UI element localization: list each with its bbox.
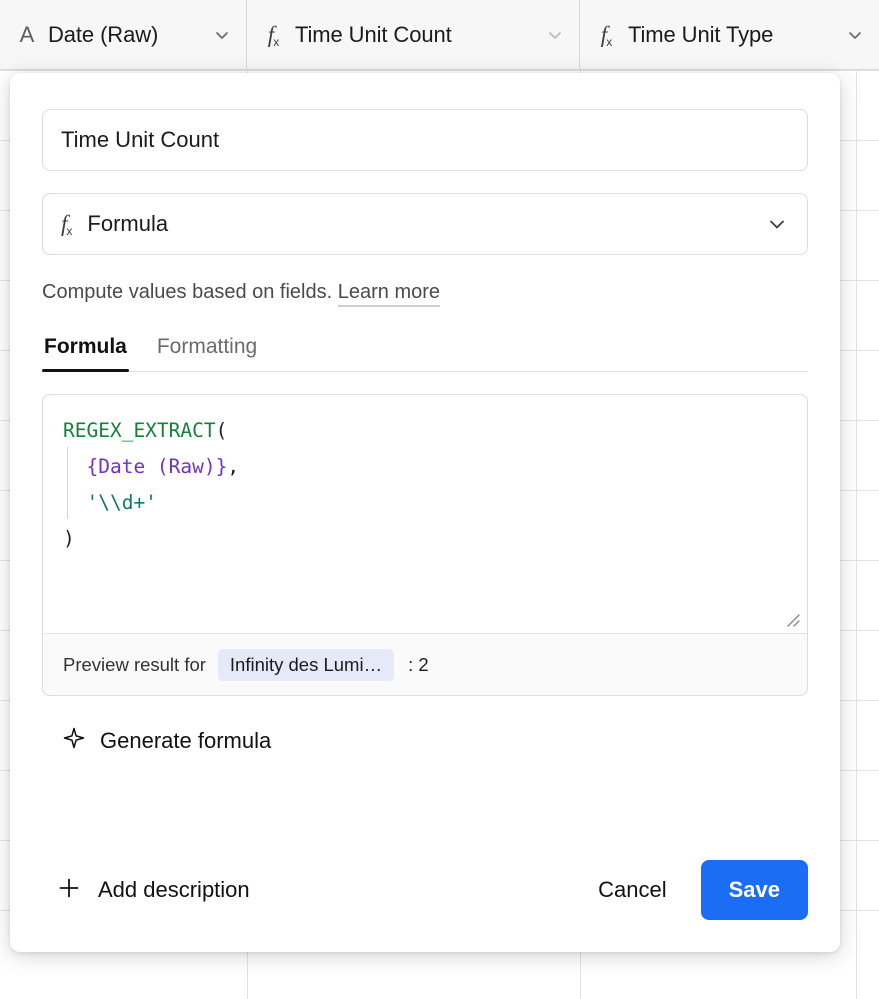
generate-formula-button[interactable]: Generate formula xyxy=(56,722,277,759)
save-button[interactable]: Save xyxy=(700,860,808,920)
preview-record-chip[interactable]: Infinity des Lumi… xyxy=(217,648,395,681)
text-field-icon: A xyxy=(19,21,35,47)
column-header-date-raw[interactable]: A Date (Raw) xyxy=(0,0,247,69)
cancel-button[interactable]: Cancel xyxy=(582,867,682,913)
formula-field-icon: fx xyxy=(267,22,280,49)
chevron-down-icon[interactable] xyxy=(831,25,865,45)
chevron-down-icon[interactable] xyxy=(198,25,232,45)
field-config-panel: fx Formula Compute values based on field… xyxy=(10,73,840,952)
column-header-time-unit-count[interactable]: fx Time Unit Count xyxy=(247,0,580,69)
panel-footer: Add description Cancel Save xyxy=(42,858,808,922)
column-header-time-unit-type[interactable]: fx Time Unit Type xyxy=(580,0,879,69)
formula-token-str: '\\d+' xyxy=(86,491,157,514)
preview-result-value: : 2 xyxy=(408,653,429,675)
field-type-select[interactable]: fx Formula xyxy=(42,193,808,255)
formula-tabs: Formula Formatting xyxy=(42,335,808,372)
add-description-button[interactable]: Add description xyxy=(56,875,250,906)
formula-editor: REGEX_EXTRACT( {Date (Raw)}, '\\d+' ) Pr… xyxy=(42,394,808,696)
tab-formula[interactable]: Formula xyxy=(42,335,129,372)
learn-more-link[interactable]: Learn more xyxy=(337,281,441,307)
sparkle-icon xyxy=(62,726,86,755)
indent-guide xyxy=(67,447,68,519)
field-type-description: Compute values based on fields. Learn mo… xyxy=(42,279,808,307)
formula-preview-row: Preview result for Infinity des Lumi… : … xyxy=(43,633,807,695)
plus-icon xyxy=(56,875,82,906)
formula-token-paren: ) xyxy=(63,527,75,550)
formula-field-icon: fx xyxy=(61,211,73,238)
field-editor-screen: A Date (Raw) fx Time Unit Count fx Time … xyxy=(0,0,879,999)
field-type-label: Formula xyxy=(87,211,169,236)
formula-token-fn: REGEX_EXTRACT xyxy=(63,419,216,442)
add-description-label: Add description xyxy=(98,877,250,902)
chevron-down-icon[interactable] xyxy=(765,212,789,236)
resize-handle-icon[interactable] xyxy=(785,612,801,628)
column-header-label: Date (Raw) xyxy=(48,21,159,47)
formula-code-input[interactable]: REGEX_EXTRACT( {Date (Raw)}, '\\d+' ) xyxy=(43,395,807,633)
column-header-label: Time Unit Type xyxy=(628,21,774,47)
formula-token-field: {Date (Raw)} xyxy=(86,455,228,478)
grid-row-line xyxy=(0,70,879,71)
chevron-down-icon[interactable] xyxy=(531,25,565,45)
grid-column-header-bar: A Date (Raw) fx Time Unit Count fx Time … xyxy=(0,0,879,70)
field-type-description-text: Compute values based on fields. xyxy=(42,281,333,303)
column-header-label: Time Unit Count xyxy=(295,21,452,47)
formula-token-punct: , xyxy=(227,455,240,478)
field-name-input[interactable] xyxy=(42,109,808,171)
formula-field-icon: fx xyxy=(600,22,613,49)
generate-formula-label: Generate formula xyxy=(100,727,272,753)
tab-formatting[interactable]: Formatting xyxy=(155,335,259,371)
formula-token-paren: ( xyxy=(215,419,228,442)
